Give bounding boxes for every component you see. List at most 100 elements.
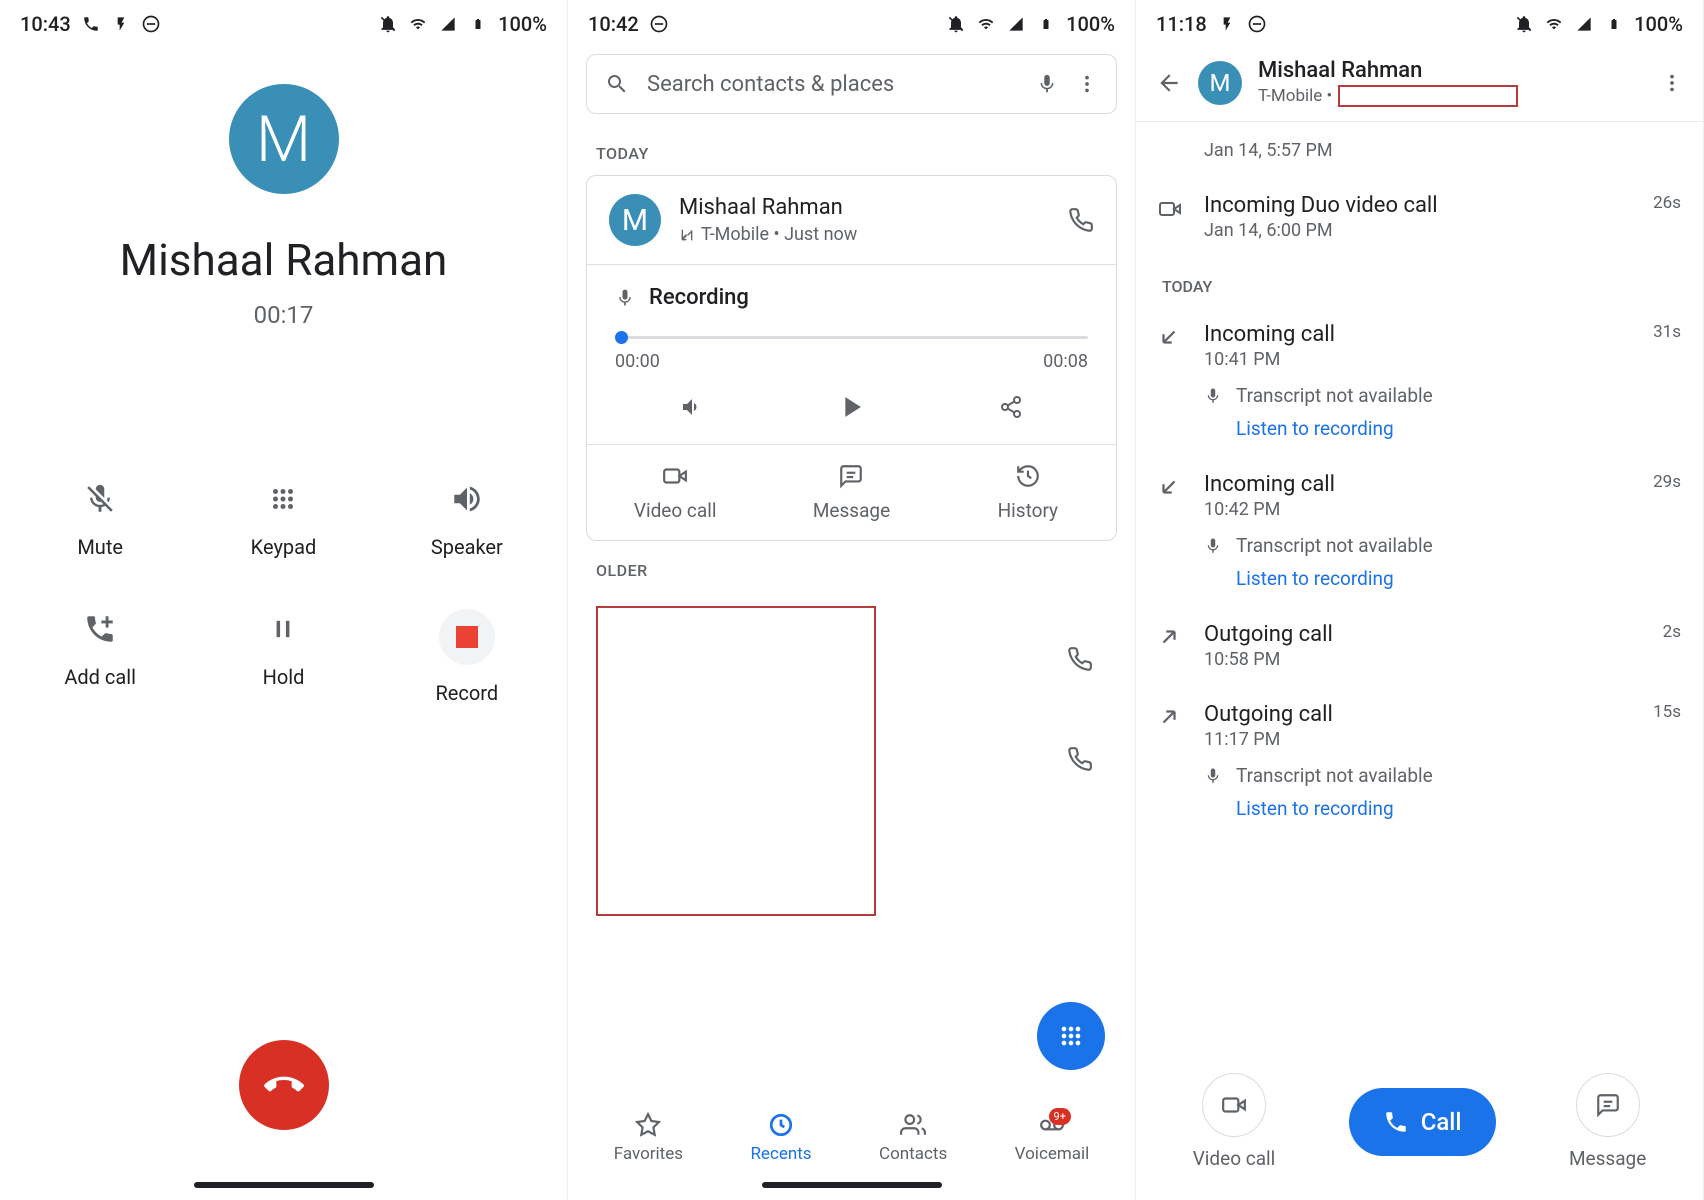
speaker-icon [447, 479, 487, 519]
history-row[interactable]: Incoming Duo video call Jan 14, 6:00 PM … [1136, 177, 1703, 257]
search-icon [605, 72, 629, 96]
call-icon[interactable] [1067, 646, 1093, 672]
caller-avatar: M [229, 84, 339, 194]
contact-avatar: M [609, 194, 661, 246]
recent-call-card: M Mishaal Rahman T-Mobile • Just now Rec… [586, 175, 1117, 541]
bell-off-icon [378, 14, 398, 34]
incoming-arrow-icon [1158, 476, 1184, 498]
battery-pct: 100% [498, 12, 547, 36]
history-button[interactable]: History [940, 445, 1116, 540]
history-row[interactable]: Incoming call 10:41 PM Transcript not av… [1136, 306, 1703, 456]
hold-button[interactable]: Hold [227, 609, 340, 705]
tab-recents[interactable]: Recents [750, 1112, 811, 1164]
listen-link[interactable]: Listen to recording [1236, 567, 1633, 590]
dialpad-icon [263, 479, 303, 519]
status-bar: 11:18 100% [1136, 0, 1703, 44]
dnd-icon [649, 14, 669, 34]
battery-pct: 100% [1634, 12, 1683, 36]
more-icon[interactable] [1661, 72, 1683, 94]
video-call-button[interactable]: Video call [1193, 1073, 1276, 1170]
wifi-icon [1544, 14, 1564, 34]
call-duration: 00:17 [254, 301, 314, 329]
contact-name: Mishaal Rahman [679, 195, 1050, 220]
bolt-icon [1217, 14, 1237, 34]
contact-detail-screen: 11:18 100% M Mishaal Rahman T-Mobile • J… [1136, 0, 1704, 1200]
call-icon[interactable] [1068, 207, 1094, 233]
battery-pct: 100% [1066, 12, 1115, 36]
redacted-box [596, 606, 876, 916]
call-icon[interactable] [1067, 746, 1093, 772]
outgoing-arrow-icon [1158, 706, 1184, 728]
nav-handle[interactable] [762, 1182, 942, 1188]
signal-icon [1574, 14, 1594, 34]
listen-link[interactable]: Listen to recording [1236, 797, 1633, 820]
bottom-actions: Video call Call Message [1136, 1073, 1703, 1170]
mic-off-icon [80, 479, 120, 519]
time-end: 00:08 [1043, 351, 1088, 372]
history-row[interactable]: Jan 14, 5:57 PM [1136, 122, 1703, 177]
status-bar: 10:43 100% [0, 0, 567, 44]
play-icon[interactable] [834, 390, 868, 424]
recents-screen: 10:42 100% Search contacts & places TODA… [568, 0, 1136, 1200]
back-icon[interactable] [1156, 70, 1182, 96]
more-icon[interactable] [1076, 73, 1098, 95]
add-call-button[interactable]: Add call [44, 609, 157, 705]
status-bar: 10:42 100% [568, 0, 1135, 44]
clock: 11:18 [1156, 12, 1207, 36]
tab-voicemail[interactable]: 9+ Voicemail [1015, 1112, 1090, 1164]
mic-icon[interactable] [1036, 73, 1058, 95]
mute-button[interactable]: Mute [44, 479, 157, 559]
record-icon [439, 609, 495, 665]
time-start: 00:00 [615, 351, 660, 372]
contact-name: Mishaal Rahman [1258, 58, 1645, 83]
message-button[interactable]: Message [763, 445, 939, 540]
history-row[interactable]: Outgoing call 11:17 PM Transcript not av… [1136, 686, 1703, 836]
wifi-icon [976, 14, 996, 34]
contact-carrier: T-Mobile • [1258, 85, 1645, 107]
nav-handle[interactable] [194, 1182, 374, 1188]
clock: 10:42 [588, 12, 639, 36]
search-placeholder: Search contacts & places [647, 72, 1018, 97]
listen-link[interactable]: Listen to recording [1236, 417, 1633, 440]
speaker-button[interactable]: Speaker [410, 479, 523, 559]
in-call-screen: 10:43 100% M Mishaal Rahman 00:17 Mute K… [0, 0, 568, 1200]
share-icon[interactable] [999, 395, 1023, 419]
hangup-button[interactable] [239, 1040, 329, 1130]
incoming-arrow-icon [1158, 326, 1184, 348]
history-row[interactable]: Incoming call 10:42 PM Transcript not av… [1136, 456, 1703, 606]
older-label: OLDER [568, 541, 1135, 592]
detail-header: M Mishaal Rahman T-Mobile • [1136, 44, 1703, 122]
voicemail-badge: 9+ [1049, 1108, 1071, 1125]
today-label: TODAY [1136, 257, 1703, 306]
bell-off-icon [1514, 14, 1534, 34]
tab-favorites[interactable]: Favorites [614, 1112, 683, 1164]
keypad-button[interactable]: Keypad [227, 479, 340, 559]
history-row[interactable]: Outgoing call 10:58 PM 2s [1136, 606, 1703, 686]
wifi-icon [408, 14, 428, 34]
signal-icon [438, 14, 458, 34]
signal-icon [1006, 14, 1026, 34]
redacted-box [1338, 85, 1518, 107]
recording-label: Recording [649, 285, 749, 310]
bottom-tabs: Favorites Recents Contacts 9+ Voicemail [568, 1106, 1135, 1170]
call-button[interactable]: Call [1349, 1088, 1496, 1156]
phone-icon [81, 14, 101, 34]
battery-icon [468, 14, 488, 34]
recent-call-row[interactable]: M Mishaal Rahman T-Mobile • Just now [587, 176, 1116, 264]
battery-icon [1604, 14, 1624, 34]
caller-name: Mishaal Rahman [120, 234, 448, 286]
search-bar[interactable]: Search contacts & places [586, 54, 1117, 114]
dnd-icon [1247, 14, 1267, 34]
record-button[interactable]: Record [410, 609, 523, 705]
outgoing-arrow-icon [1158, 626, 1184, 648]
volume-icon[interactable] [680, 395, 704, 419]
call-subtitle: T-Mobile • Just now [679, 224, 1050, 245]
mic-icon [615, 288, 635, 308]
dialpad-fab[interactable] [1037, 1002, 1105, 1070]
playback-slider[interactable] [615, 336, 1088, 339]
pause-icon [263, 609, 303, 649]
video-icon [1158, 197, 1184, 221]
message-button[interactable]: Message [1569, 1073, 1646, 1170]
video-call-button[interactable]: Video call [587, 445, 763, 540]
tab-contacts[interactable]: Contacts [879, 1112, 947, 1164]
